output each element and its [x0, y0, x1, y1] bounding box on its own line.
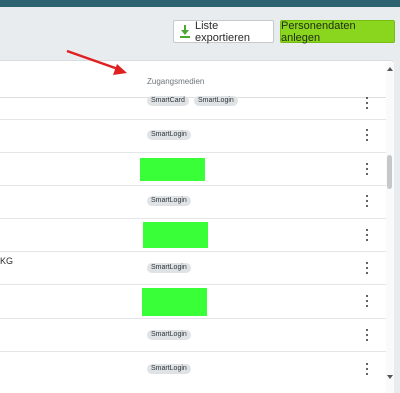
table-row[interactable]: KG SmartLogin	[0, 252, 386, 285]
kebab-menu-icon[interactable]	[365, 195, 369, 207]
scrollbar-track[interactable]	[386, 62, 394, 393]
kebab-menu-icon[interactable]	[365, 295, 369, 307]
table-row[interactable]: SmartCard SmartLogin	[0, 96, 386, 120]
create-person-button[interactable]: Personendaten anlegen	[280, 19, 395, 44]
redacted-area	[140, 158, 205, 181]
table-row[interactable]	[0, 285, 386, 319]
table-row[interactable]: SmartLogin	[0, 319, 386, 352]
scroll-down-icon[interactable]	[387, 374, 393, 380]
table-row[interactable]	[0, 219, 386, 252]
access-media-chip: SmartCard	[147, 96, 189, 106]
kebab-menu-icon[interactable]	[365, 229, 369, 241]
table-header: Zugangsmedien	[0, 61, 393, 98]
scroll-up-icon[interactable]	[387, 66, 393, 72]
kebab-menu-icon[interactable]	[365, 329, 369, 341]
kebab-menu-icon[interactable]	[365, 97, 369, 109]
kebab-menu-icon[interactable]	[365, 129, 369, 141]
kebab-menu-icon[interactable]	[365, 262, 369, 274]
create-person-label: Personendaten anlegen	[281, 19, 356, 44]
app-header-bar	[0, 0, 400, 7]
access-media-chip: SmartLogin	[147, 196, 191, 206]
redacted-area	[143, 222, 208, 248]
kebab-menu-icon[interactable]	[365, 363, 369, 375]
download-icon	[180, 25, 190, 38]
access-media-chip: SmartLogin	[147, 364, 191, 374]
table-row[interactable]: SmartLogin	[0, 186, 386, 219]
export-list-button[interactable]: Liste exportieren	[173, 19, 274, 44]
persons-table: Zugangsmedien SmartCard SmartLogin Smart…	[0, 60, 394, 393]
row-name-text: KG	[0, 256, 14, 266]
access-media-chip: SmartLogin	[147, 263, 191, 273]
export-list-label: Liste exportieren	[195, 19, 251, 44]
access-media-chip: SmartLogin	[147, 130, 191, 140]
table-row[interactable]: SmartLogin	[0, 120, 386, 153]
column-header-access-media[interactable]: Zugangsmedien	[147, 77, 204, 86]
kebab-menu-icon[interactable]	[365, 163, 369, 175]
redacted-area	[142, 288, 207, 316]
access-media-chip: SmartLogin	[194, 96, 238, 106]
table-row[interactable]	[0, 153, 386, 186]
scrollbar-thumb[interactable]	[387, 155, 392, 189]
table-row[interactable]: SmartLogin	[0, 352, 386, 385]
access-media-chip: SmartLogin	[147, 330, 191, 340]
